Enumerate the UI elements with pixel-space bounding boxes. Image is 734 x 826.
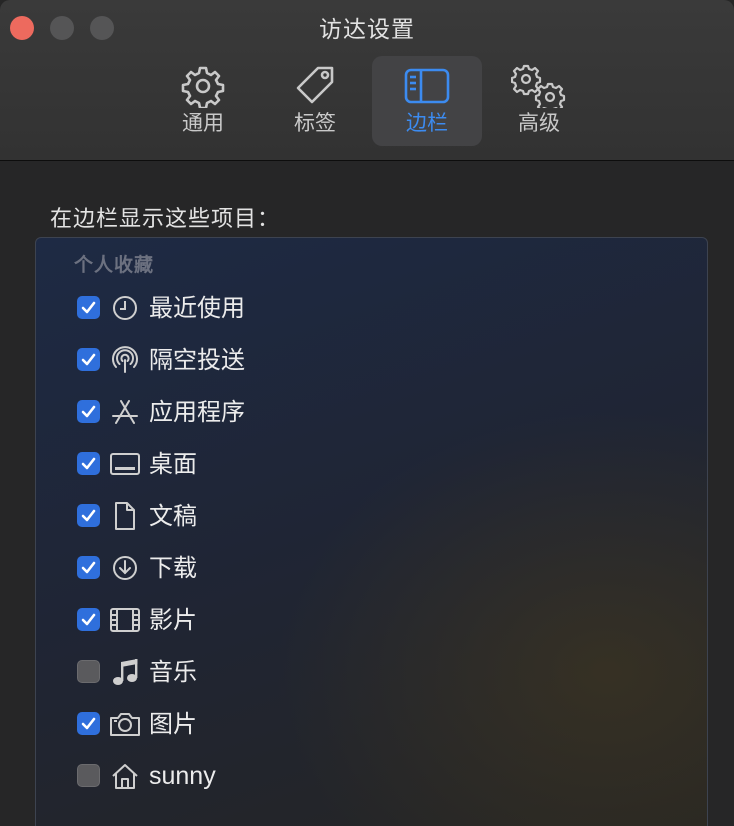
checkmark-icon: [81, 457, 96, 470]
sidebar-icon: [372, 64, 482, 108]
item-label: sunny: [149, 762, 216, 790]
tab-label: 标签: [294, 111, 336, 135]
tab-general[interactable]: 通用: [148, 56, 258, 146]
film-icon: [109, 604, 141, 636]
tab-label: 通用: [182, 111, 224, 135]
checkmark-icon: [81, 301, 96, 314]
checkbox[interactable]: [77, 556, 100, 579]
item-label: 文稿: [149, 502, 197, 530]
checkmark-icon: [81, 509, 96, 522]
document-icon: [109, 500, 141, 532]
window-title: 访达设置: [319, 17, 415, 43]
tab-sidebar[interactable]: 边栏: [372, 56, 482, 146]
checkmark-icon: [81, 613, 96, 626]
checkbox[interactable]: [77, 712, 100, 735]
clock-icon: [109, 292, 141, 324]
list-item: 影片: [36, 600, 707, 640]
item-label: 最近使用: [149, 294, 245, 322]
checkbox[interactable]: [77, 660, 100, 683]
list-item: 图片: [36, 704, 707, 744]
sidebar-items-list: 个人收藏 最近使用 隔空投送 应用程序 桌面 文稿 下载 影片 音乐 图片 su…: [35, 237, 708, 826]
gears-icon: [484, 64, 594, 108]
tag-icon: [260, 64, 370, 108]
group-label-favorites: 个人收藏: [74, 254, 155, 276]
checkmark-icon: [81, 353, 96, 366]
checkbox[interactable]: [77, 348, 100, 371]
tab-advanced[interactable]: 高级: [484, 56, 594, 146]
item-label: 应用程序: [149, 398, 245, 426]
item-label: 图片: [149, 710, 197, 738]
checkbox[interactable]: [77, 400, 100, 423]
section-heading: 在边栏显示这些项目：: [50, 207, 281, 232]
applications-icon: [109, 396, 141, 428]
list-item: 文稿: [36, 496, 707, 536]
checkbox[interactable]: [77, 452, 100, 475]
tab-label: 边栏: [406, 111, 448, 135]
checkmark-icon: [81, 717, 96, 730]
airdrop-icon: [109, 344, 141, 376]
item-label: 音乐: [149, 658, 197, 686]
tab-tags[interactable]: 标签: [260, 56, 370, 146]
item-label: 桌面: [149, 450, 197, 478]
list-item: 应用程序: [36, 392, 707, 432]
checkbox[interactable]: [77, 608, 100, 631]
checkbox[interactable]: [77, 764, 100, 787]
tab-label: 高级: [518, 111, 560, 135]
home-icon: [109, 760, 141, 792]
camera-icon: [109, 708, 141, 740]
list-item: 下载: [36, 548, 707, 588]
settings-content: 在边栏显示这些项目： 个人收藏 最近使用 隔空投送 应用程序 桌面 文稿 下载 …: [0, 161, 734, 826]
checkbox[interactable]: [77, 296, 100, 319]
download-icon: [109, 552, 141, 584]
item-label: 隔空投送: [149, 346, 245, 374]
item-label: 影片: [149, 606, 197, 634]
list-item: sunny: [36, 756, 707, 796]
desktop-icon: [109, 448, 141, 480]
checkbox[interactable]: [77, 504, 100, 527]
item-label: 下载: [149, 554, 197, 582]
list-item: 最近使用: [36, 288, 707, 328]
music-note-icon: [109, 656, 141, 688]
gear-icon: [148, 64, 258, 108]
checkmark-icon: [81, 561, 96, 574]
checkmark-icon: [81, 405, 96, 418]
toolbar: 访达设置 通用 标签 边栏 高级: [0, 0, 734, 161]
list-item: 隔空投送: [36, 340, 707, 380]
list-item: 音乐: [36, 652, 707, 692]
finder-settings-window: 访达设置 通用 标签 边栏 高级 在边栏显示这些项目： 个人收藏 最近使用 隔空…: [0, 0, 734, 826]
list-item: 桌面: [36, 444, 707, 484]
